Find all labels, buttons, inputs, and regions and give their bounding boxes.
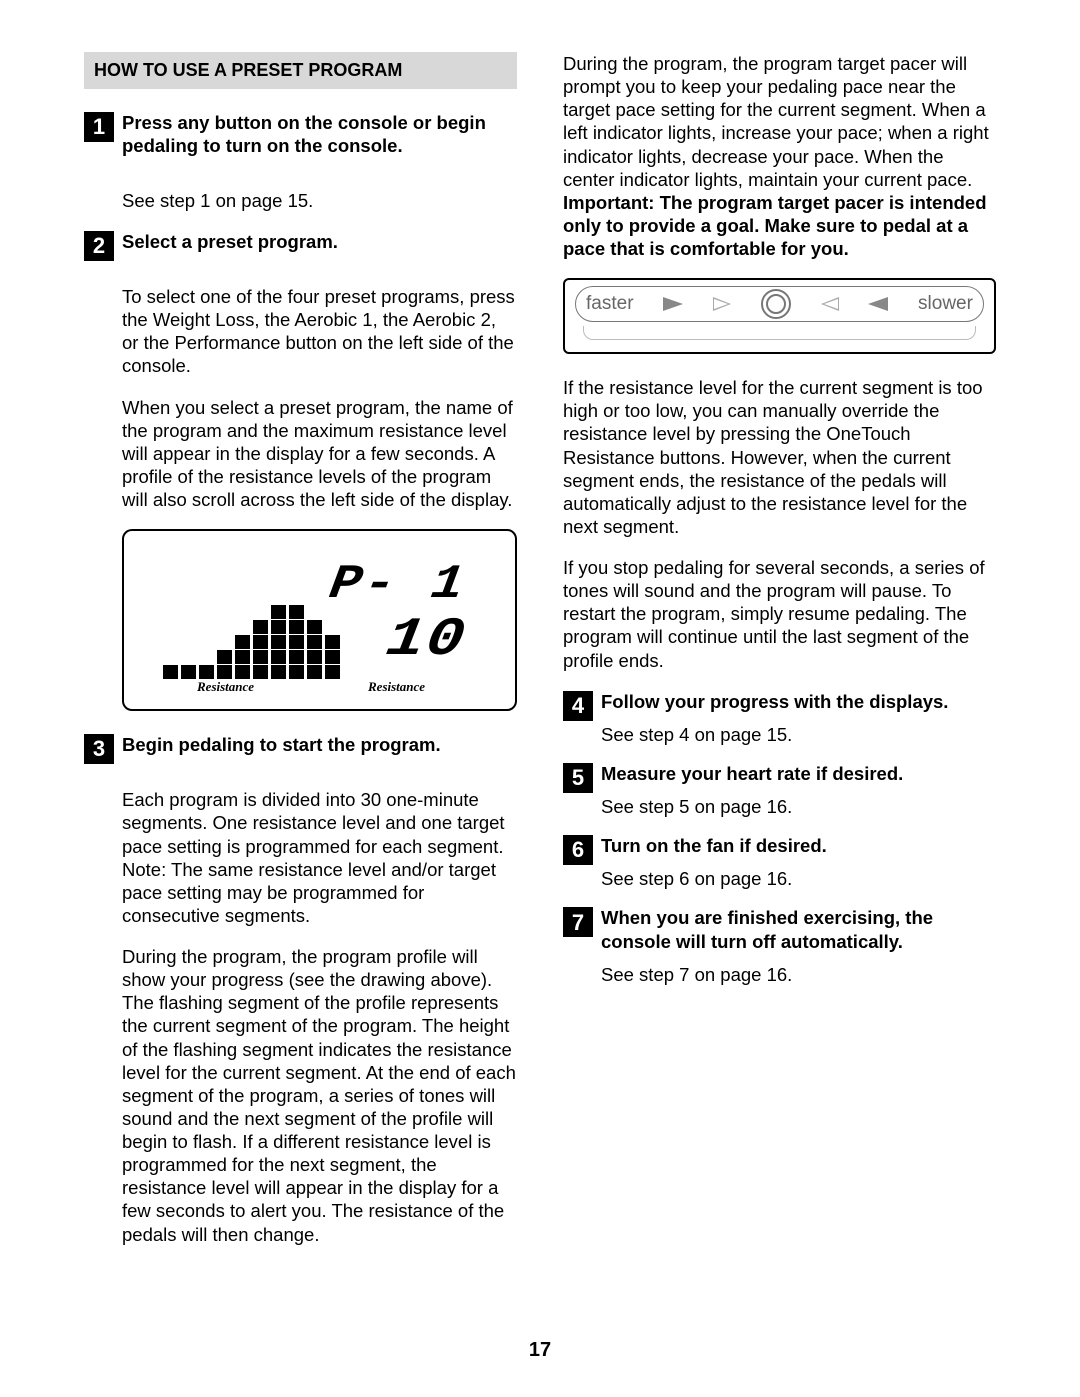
step-1-text: See step 1 on page 15. <box>84 189 517 212</box>
pacer-faster-label: faster <box>586 292 634 316</box>
arrow-right-outline-icon <box>713 297 731 311</box>
pacer-intro-bold: Important: The program target pacer is i… <box>563 192 987 259</box>
step-3: 3 Begin pedaling to start the program. <box>84 733 517 770</box>
pacer-intro-text: During the program, the program target p… <box>563 53 989 190</box>
step-1: 1 Press any button on the console or beg… <box>84 111 517 171</box>
resistance-profile-bars <box>160 604 340 679</box>
step-number-badge: 5 <box>563 763 593 793</box>
step-6-text: See step 6 on page 16. <box>601 867 996 890</box>
arrow-left-outline-icon <box>821 297 839 311</box>
step-number-badge: 2 <box>84 231 114 261</box>
step-5-heading: Measure your heart rate if desired. <box>601 762 996 785</box>
step-4: 4 Follow your progress with the displays… <box>563 690 996 756</box>
step-3-heading: Begin pedaling to start the program. <box>122 733 517 756</box>
page-columns: HOW TO USE A PRESET PROGRAM 1 Press any … <box>84 52 996 1264</box>
step-2-heading: Select a preset program. <box>122 230 517 253</box>
page-number: 17 <box>0 1338 1080 1363</box>
step-number-badge: 3 <box>84 734 114 764</box>
section-title: HOW TO USE A PRESET PROGRAM <box>84 52 517 89</box>
right-column: During the program, the program target p… <box>563 52 996 1264</box>
step-3-text-2: During the program, the program profile … <box>84 945 517 1246</box>
resistance-label-left: Resistance <box>197 679 254 695</box>
step-7-text: See step 7 on page 16. <box>601 963 996 986</box>
step-3-text-1: Each program is divided into 30 one-minu… <box>84 788 517 927</box>
step-5-text: See step 5 on page 16. <box>601 795 996 818</box>
step-number-badge: 4 <box>563 691 593 721</box>
step-1-heading: Press any button on the console or begin… <box>122 111 517 157</box>
step-2-text-1: To select one of the four preset program… <box>84 285 517 378</box>
step-number-badge: 1 <box>84 112 114 142</box>
pacer-slower-label: slower <box>918 292 973 316</box>
step-6: 6 Turn on the fan if desired. See step 6… <box>563 834 996 900</box>
step-2-text-2: When you select a preset program, the na… <box>84 396 517 512</box>
step-7: 7 When you are finished exercising, the … <box>563 906 996 995</box>
arrow-right-solid-icon <box>663 297 683 311</box>
step-5: 5 Measure your heart rate if desired. Se… <box>563 762 996 828</box>
console-display-figure: Resistance Resistance P- 1 10 <box>122 529 517 711</box>
step-number-badge: 7 <box>563 907 593 937</box>
display-resistance-readout: 10 <box>382 607 472 675</box>
step-4-text: See step 4 on page 15. <box>601 723 996 746</box>
override-paragraph: If the resistance level for the current … <box>563 376 996 538</box>
pause-paragraph: If you stop pedaling for several seconds… <box>563 556 996 672</box>
pacer-center-indicator-icon <box>761 289 791 319</box>
pacer-intro-paragraph: During the program, the program target p… <box>563 52 996 260</box>
target-pacer-figure: faster slower <box>563 278 996 354</box>
step-6-heading: Turn on the fan if desired. <box>601 834 996 857</box>
step-2: 2 Select a preset program. <box>84 230 517 267</box>
arrow-left-solid-icon <box>868 297 888 311</box>
pacer-underbar <box>583 326 976 340</box>
step-7-heading: When you are finished exercising, the co… <box>601 906 996 952</box>
step-4-heading: Follow your progress with the displays. <box>601 690 996 713</box>
left-column: HOW TO USE A PRESET PROGRAM 1 Press any … <box>84 52 517 1264</box>
step-number-badge: 6 <box>563 835 593 865</box>
resistance-label-right: Resistance <box>368 679 425 695</box>
